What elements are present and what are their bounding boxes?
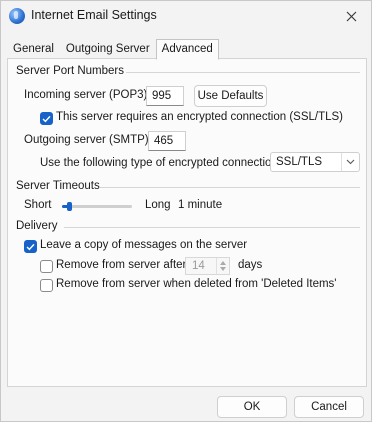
delivery-heading: Delivery <box>16 220 58 232</box>
remove-deleted-label: Remove from server when deleted from 'De… <box>56 278 337 290</box>
cancel-button[interactable]: Cancel <box>294 396 364 418</box>
checkmark-icon <box>42 115 51 122</box>
remove-deleted-checkbox[interactable] <box>40 279 53 292</box>
checkmark-icon <box>26 243 35 250</box>
incoming-server-label: Incoming server (POP3): <box>24 89 151 101</box>
server-timeouts-heading: Server Timeouts <box>16 180 100 192</box>
use-defaults-button[interactable]: Use Defaults <box>194 85 267 107</box>
chevron-down-icon <box>220 267 226 271</box>
title-bar: Internet Email Settings <box>1 1 371 31</box>
outgoing-server-label: Outgoing server (SMTP): <box>24 134 152 146</box>
chevron-up-icon <box>220 261 226 265</box>
tab-general[interactable]: General <box>7 39 60 59</box>
remove-after-days-stepper[interactable]: 14 <box>185 257 230 275</box>
group-divider <box>126 72 360 73</box>
group-divider <box>100 187 360 188</box>
dropdown-arrow <box>341 153 359 171</box>
timeout-short-label: Short <box>24 199 52 211</box>
encrypted-connection-label: This server requires an encrypted connec… <box>56 111 343 123</box>
advanced-panel: Server Port Numbers Incoming server (POP… <box>7 58 367 387</box>
server-port-numbers-heading: Server Port Numbers <box>16 65 125 77</box>
encryption-type-select[interactable]: SSL/TLS <box>270 152 360 172</box>
remove-after-days-value: 14 <box>192 260 205 272</box>
encrypted-connection-checkbox[interactable] <box>40 112 53 125</box>
slider-thumb[interactable] <box>67 202 72 211</box>
ok-button[interactable]: OK <box>217 396 287 418</box>
encryption-type-value: SSL/TLS <box>276 156 323 168</box>
close-button[interactable] <box>331 1 371 31</box>
internet-email-settings-dialog: Internet Email Settings General Outgoing… <box>0 0 372 422</box>
tab-outgoing-server[interactable]: Outgoing Server <box>60 39 156 59</box>
tab-advanced[interactable]: Advanced <box>155 39 219 60</box>
outlook-app-icon <box>9 8 25 24</box>
encryption-type-label: Use the following type of encrypted conn… <box>40 157 282 169</box>
window-title: Internet Email Settings <box>31 8 157 22</box>
tab-strip: General Outgoing Server Advanced <box>7 39 219 60</box>
incoming-port-field[interactable]: 995 <box>146 86 184 106</box>
server-timeout-slider[interactable] <box>62 202 132 211</box>
leave-copy-label: Leave a copy of messages on the server <box>40 239 248 251</box>
days-label: days <box>238 259 263 271</box>
chevron-down-icon <box>346 159 355 165</box>
timeout-value-label: 1 minute <box>178 199 223 211</box>
stepper-buttons[interactable] <box>216 258 229 274</box>
close-icon <box>346 11 356 21</box>
remove-after-checkbox[interactable] <box>40 260 53 273</box>
outgoing-port-field[interactable]: 465 <box>148 131 186 151</box>
remove-after-label: Remove from server after <box>56 259 187 271</box>
group-divider <box>64 227 360 228</box>
leave-copy-checkbox[interactable] <box>24 240 37 253</box>
timeout-long-label: Long <box>145 199 171 211</box>
